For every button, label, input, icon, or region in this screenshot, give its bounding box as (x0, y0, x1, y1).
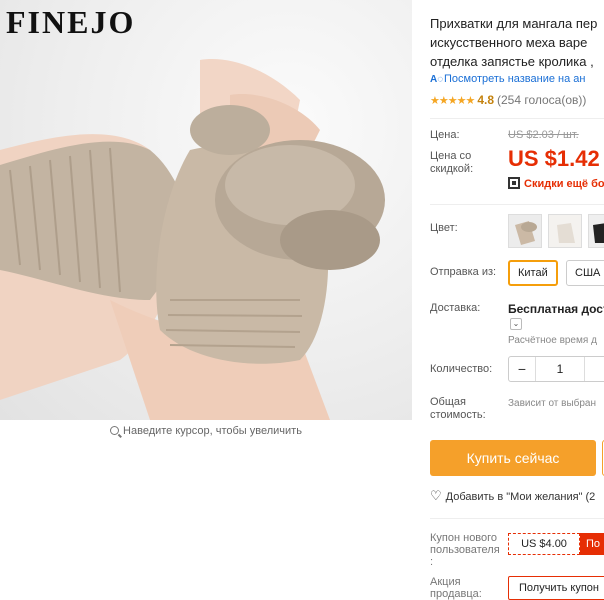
sale-price-value: US $1.42 (508, 146, 600, 171)
total-label: Общая стоимость: (430, 396, 486, 422)
sale-price: US $1.42 / (508, 146, 604, 172)
quantity-decrease-button[interactable]: − (509, 357, 535, 381)
ship-from-label: Отправка из: (430, 266, 497, 278)
new-user-coupon-label: Купон нового пользователя : (430, 532, 500, 568)
sale-price-label: Цена со скидкой: (430, 150, 473, 176)
product-page: FINEJO Наведите курсор, чтобы увеличить … (0, 0, 604, 600)
title-line: искусственного меха варе (430, 35, 588, 50)
votes-count: (254 голоса(ов)) (497, 93, 587, 107)
coupon-amount: US $4.00 (521, 538, 567, 550)
swatch-thumb (589, 215, 604, 247)
total-label-line: Общая (430, 396, 466, 408)
old-price: US $2.03 / шт. (508, 129, 579, 141)
coupon-value: US $4.00 (508, 533, 580, 555)
discount-text: Скидки ещё бо (524, 178, 604, 190)
magnifier-icon (110, 426, 120, 435)
price-label: Цена: (430, 129, 460, 141)
product-info: Прихватки для мангала пер искусственного… (430, 0, 604, 600)
quantity-input[interactable]: 1 (535, 357, 585, 381)
swatch-thumb (549, 215, 581, 247)
ai-translate-icon: A◌ (430, 74, 444, 85)
promo-label-line: продавца: (430, 588, 482, 600)
add-to-wishlist-link[interactable]: ♡ Добавить в "Мои желания" (2 (430, 488, 595, 504)
ship-from-china[interactable]: Китай (508, 260, 558, 286)
rating-stars-icon: ★★★★★ (430, 95, 475, 107)
sale-label-line: Цена со (430, 150, 472, 162)
rating-value: 4.8 (477, 93, 494, 107)
title-line: отделка запястье кролика , (430, 54, 594, 69)
coupon-label-line: Купон нового (430, 532, 498, 544)
get-seller-coupon-button[interactable]: Получить купон (508, 576, 604, 600)
seller-promo-label: Акция продавца: (430, 576, 482, 600)
translate-link-text: Посмотреть название на ан (444, 73, 586, 85)
total-value: Зависит от выбран (508, 398, 597, 409)
divider (430, 118, 604, 119)
heart-icon: ♡ (430, 488, 442, 503)
zoom-hint-text: Наведите курсор, чтобы увеличить (123, 425, 302, 437)
color-swatch-beige[interactable] (508, 214, 542, 248)
quantity-stepper: − 1 (508, 356, 604, 382)
sale-label-line: скидкой: (430, 163, 474, 175)
brand-logo: FINEJO (6, 4, 136, 40)
wishlist-text: Добавить в "Мои желания" (2 (445, 491, 596, 503)
promo-label-line: Акция (430, 576, 461, 588)
delivery-estimate: Расчётное время д (508, 335, 597, 346)
delivery-label: Доставка: (430, 302, 481, 314)
rating-row[interactable]: ★★★★★ 4.8 (254 голоса(ов)) (430, 93, 586, 107)
divider (430, 518, 604, 519)
color-swatch-black[interactable] (588, 214, 604, 248)
chevron-down-icon[interactable]: ⌄ (510, 318, 522, 330)
product-title: Прихватки для мангала пер искусственного… (430, 14, 604, 71)
zoom-hint: Наведите курсор, чтобы увеличить (0, 425, 412, 437)
coupon-label-line: пользователя (430, 544, 500, 556)
divider (430, 204, 604, 205)
title-line: Прихватки для мангала пер (430, 16, 598, 31)
get-coupon-button[interactable]: По (580, 533, 604, 555)
buy-now-button[interactable]: Купить сейчас (430, 440, 596, 476)
ship-from-usa[interactable]: США (566, 260, 604, 286)
delivery-value: Бесплатная доста (508, 302, 604, 316)
total-label-line: стоимость: (430, 409, 486, 421)
color-swatch-white[interactable] (548, 214, 582, 248)
more-discounts-link[interactable]: Скидки ещё бо (508, 177, 604, 190)
translate-title-link[interactable]: A◌Посмотреть название на ан (430, 73, 585, 86)
coupon-label-line: : (430, 556, 434, 568)
color-label: Цвет: (430, 222, 458, 234)
swatch-thumb (509, 215, 541, 247)
gloves-photo (0, 59, 385, 420)
qr-code-icon (508, 177, 520, 189)
product-gallery: FINEJO Наведите курсор, чтобы увеличить (0, 0, 412, 600)
product-main-image[interactable]: FINEJO (0, 0, 412, 420)
quantity-label: Количество: (430, 363, 493, 375)
